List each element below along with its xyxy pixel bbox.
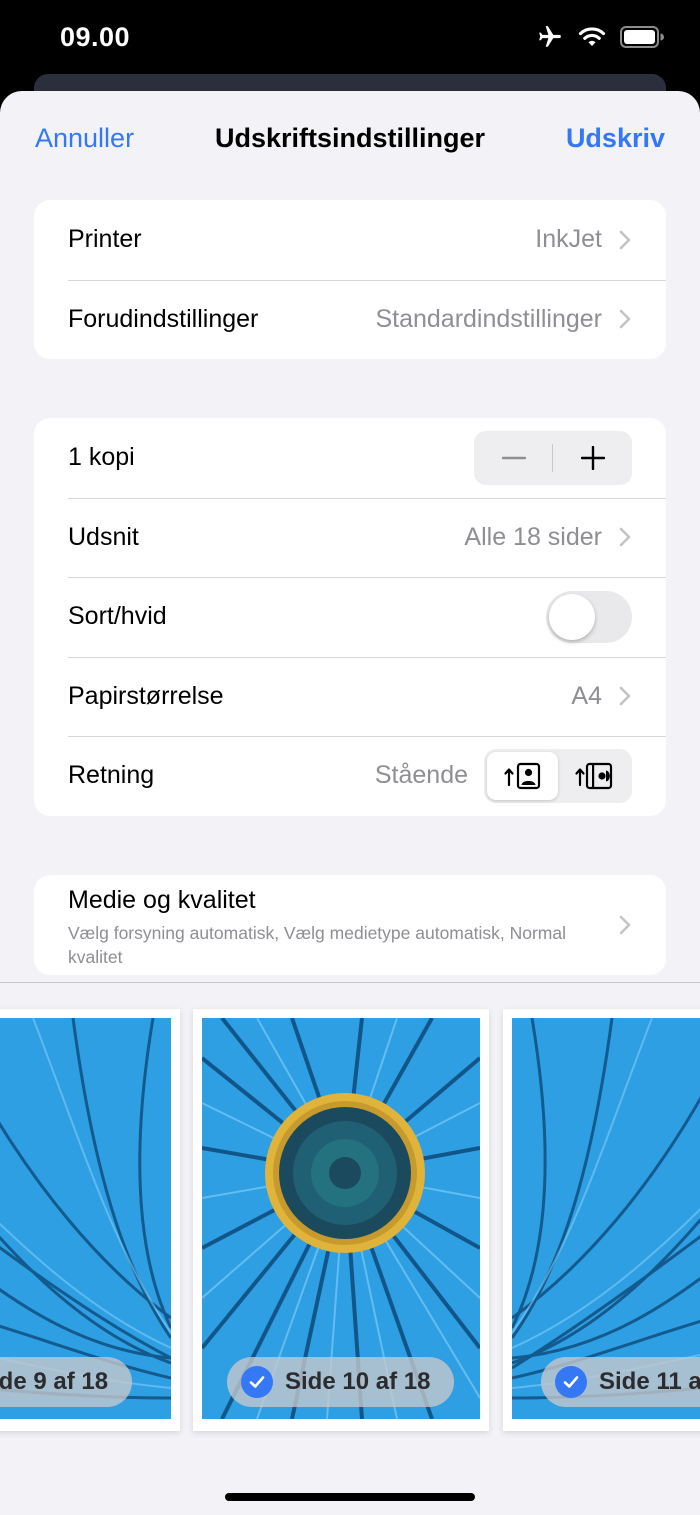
airplane-icon <box>536 24 564 50</box>
print-options-sheet: Annuller Udskriftsindstillinger Udskriv … <box>0 91 700 1515</box>
page-label-text: Side 10 af 18 <box>285 1368 431 1395</box>
preview-divider <box>0 982 700 983</box>
copies-stepper <box>474 430 632 485</box>
page-label: Side 10 af 18 <box>227 1357 455 1407</box>
portrait-icon <box>503 762 540 789</box>
chevron-right-icon <box>619 527 631 547</box>
home-indicator[interactable] <box>225 1493 475 1501</box>
print-button[interactable]: Udskriv <box>566 123 665 154</box>
chevron-right-icon <box>619 915 631 935</box>
media-quality-text: Medie og kvalitet Vælg forsyning automat… <box>68 882 602 969</box>
paper-size-value: A4 <box>571 681 602 710</box>
black-white-toggle[interactable] <box>546 590 632 643</box>
landscape-icon <box>574 762 612 789</box>
page-preview[interactable]: Side 9 af 18 <box>0 1009 180 1431</box>
page-label: Side 11 af 18 <box>541 1357 700 1407</box>
page-label-text: Side 11 af 18 <box>599 1368 700 1395</box>
printer-row[interactable]: Printer InkJet <box>34 200 666 280</box>
paper-size-row[interactable]: Papirstørrelse A4 <box>34 656 666 737</box>
plus-icon <box>580 445 605 470</box>
orientation-row: Retning Stående <box>34 736 666 816</box>
chevron-right-icon <box>619 309 631 329</box>
battery-icon <box>620 26 664 48</box>
copies-label: 1 kopi <box>68 443 135 472</box>
presets-label: Forudindstillinger <box>68 304 259 333</box>
orientation-label: Retning <box>68 761 155 790</box>
checkmark-icon <box>555 1366 587 1398</box>
copies-row: 1 kopi <box>34 418 666 498</box>
media-quality-row[interactable]: Medie og kvalitet Vælg forsyning automat… <box>34 875 666 975</box>
range-row[interactable]: Udsnit Alle 18 sider <box>34 497 666 578</box>
chevron-right-icon <box>619 686 631 706</box>
decrement-button[interactable] <box>474 431 553 485</box>
page-preview[interactable]: Side 10 af 18 <box>193 1009 489 1431</box>
status-bar: 09.00 <box>0 0 700 80</box>
checkmark-icon <box>241 1366 273 1398</box>
landscape-option[interactable] <box>558 752 629 800</box>
minus-icon <box>501 456 526 459</box>
media-quality-title: Medie og kvalitet <box>68 885 256 914</box>
page-label: Side 9 af 18 <box>0 1357 133 1407</box>
media-quality-group: Medie og kvalitet Vælg forsyning automat… <box>34 875 666 975</box>
range-label: Udsnit <box>68 522 139 551</box>
page-label-text: Side 9 af 18 <box>0 1368 109 1395</box>
presets-value: Standardindstillinger <box>375 304 602 333</box>
options-group: 1 kopi Udsnit Alle 18 sider Sort/hvid Pa… <box>34 418 666 816</box>
printer-group: Printer InkJet Forudindstillinger Standa… <box>34 200 666 359</box>
orientation-value: Stående <box>374 761 468 790</box>
status-time: 09.00 <box>60 22 131 52</box>
wifi-icon <box>578 26 606 48</box>
stepper-divider <box>552 443 553 472</box>
orientation-control <box>484 748 632 803</box>
presets-row[interactable]: Forudindstillinger Standardindstillinger <box>34 279 666 360</box>
status-icons <box>536 24 664 50</box>
range-value: Alle 18 sider <box>464 522 602 551</box>
page-preview[interactable]: Side 11 af 18 <box>503 1009 700 1431</box>
toggle-knob <box>549 593 595 640</box>
black-white-label: Sort/hvid <box>68 602 167 631</box>
paper-size-label: Papirstørrelse <box>68 681 224 710</box>
navigation-bar: Annuller Udskriftsindstillinger Udskriv <box>0 91 700 187</box>
black-white-row: Sort/hvid <box>34 577 666 657</box>
media-quality-subtitle: Vælg forsyning automatisk, Vælg medietyp… <box>68 922 566 967</box>
increment-button[interactable] <box>553 431 632 485</box>
printer-label: Printer <box>68 225 142 254</box>
portrait-option[interactable] <box>487 751 558 800</box>
printer-value: InkJet <box>535 225 602 254</box>
chevron-right-icon <box>619 230 631 250</box>
